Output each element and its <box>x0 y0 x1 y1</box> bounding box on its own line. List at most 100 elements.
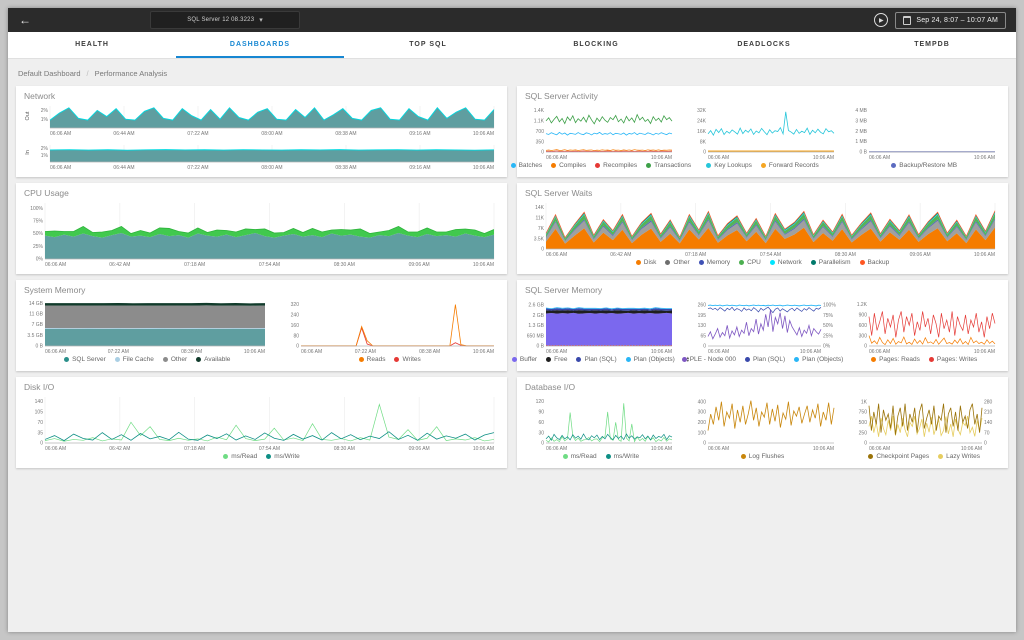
svg-text:75%: 75% <box>33 219 44 225</box>
cpu-usage-chart[interactable]: 100%75%50%25%0%06:06 AM06:42 AM07:18 AM0… <box>24 201 499 267</box>
legend-item[interactable]: Plan (SQL) <box>576 356 616 363</box>
svg-text:06:42 AM: 06:42 AM <box>109 262 130 267</box>
svg-text:14K: 14K <box>535 205 545 211</box>
legend-item[interactable]: PLE - Node 000 <box>682 356 736 363</box>
legend-item[interactable]: Checkpoint Pages <box>868 453 929 460</box>
disk-io-chart[interactable]: 1401057035006:06 AM06:42 AM07:18 AM07:54… <box>24 395 499 461</box>
legend-item[interactable]: Batches <box>511 162 543 169</box>
activity-batches-chart[interactable]: 1.4K1.1K700350006:06 AM10:06 AMBatchesCo… <box>525 104 677 170</box>
legend-item[interactable]: Plan (SQL) <box>745 356 785 363</box>
svg-text:08:00 AM: 08:00 AM <box>261 165 282 170</box>
svg-text:2%: 2% <box>41 146 49 152</box>
memory-pages-chart[interactable]: 1.2K900600300006:06 AM10:06 AMPages: Rea… <box>848 298 1000 364</box>
legend-dot-icon <box>811 260 816 265</box>
legend-item[interactable]: File Cache <box>115 356 154 363</box>
tab-blocking[interactable]: BLOCKING <box>512 32 680 58</box>
legend-dot-icon <box>699 260 704 265</box>
svg-text:50%: 50% <box>33 231 44 237</box>
breadcrumb-item-performance-analysis[interactable]: Performance Analysis <box>95 69 168 78</box>
legend-item[interactable]: Backup/Restore MB <box>891 162 957 169</box>
memory-buffer-chart[interactable]: 2.6 GB2 GB1.3 GB650 MB0 B06:06 AM10:06 A… <box>525 298 677 364</box>
svg-text:1.4K: 1.4K <box>534 108 545 114</box>
legend-item[interactable]: Reads <box>359 356 386 363</box>
system-memory-paging-chart[interactable]: 32024016080006:06 AM07:22 AM08:38 AM10:0… <box>280 298 499 364</box>
network-in-chart[interactable]: 2%1%06:06 AM06:44 AM07:22 AM08:00 AM08:3… <box>24 143 499 175</box>
tab-deadlocks[interactable]: DEADLOCKS <box>680 32 848 58</box>
legend-dot-icon <box>563 454 568 459</box>
legend-item[interactable]: Transactions <box>646 162 691 169</box>
svg-text:11K: 11K <box>535 216 544 222</box>
svg-text:24K: 24K <box>697 119 707 125</box>
server-selector-dropdown[interactable]: SQL Server 12 08.3223 ▾ <box>150 11 300 29</box>
app-window: ← SQL Server 12 08.3223 ▾ ▶ Sep 24, 8:07… <box>8 8 1016 632</box>
legend-item[interactable]: CPU <box>739 259 761 266</box>
svg-text:0: 0 <box>297 344 300 350</box>
database-io-log-chart[interactable]: 400300200100006:06 AM10:06 AMLog Flushes <box>687 395 839 461</box>
legend-item[interactable]: Lazy Writes <box>938 453 980 460</box>
tab-health[interactable]: HEALTH <box>8 32 176 58</box>
svg-text:09:06 AM: 09:06 AM <box>409 262 430 267</box>
svg-text:In: In <box>25 150 31 155</box>
tab-tempdb[interactable]: TEMPDB <box>848 32 1016 58</box>
legend-item[interactable]: Pages: Writes <box>929 356 977 363</box>
svg-text:4 MB: 4 MB <box>856 108 868 114</box>
legend-item[interactable]: Free <box>546 356 567 363</box>
legend-item[interactable]: Memory <box>699 259 730 266</box>
legend-item[interactable]: Plan (Objects) <box>626 356 675 363</box>
svg-text:3.5K: 3.5K <box>534 236 545 242</box>
legend-dot-icon <box>196 357 201 362</box>
legend-item[interactable]: Pages: Reads <box>871 356 920 363</box>
svg-text:300: 300 <box>859 333 868 339</box>
legend-item[interactable]: Network <box>770 259 802 266</box>
legend-item[interactable]: Forward Records <box>761 162 819 169</box>
svg-text:3.5 GB: 3.5 GB <box>27 333 43 339</box>
system-memory-stack-chart[interactable]: 14 GB11 GB7 GB3.5 GB0 B06:06 AM07:22 AM0… <box>24 298 270 364</box>
legend-item[interactable]: ms/Write <box>606 453 640 460</box>
breadcrumb-item-default-dashboard[interactable]: Default Dashboard <box>18 69 81 78</box>
network-out-chart[interactable]: 2%1%06:06 AM06:44 AM07:22 AM08:00 AM08:3… <box>24 104 499 141</box>
activity-lookups-chart[interactable]: 32K24K16K8K006:06 AM10:06 AMKey LookupsF… <box>687 104 839 170</box>
svg-text:120: 120 <box>536 399 545 405</box>
legend-item[interactable]: ms/Read <box>223 453 257 460</box>
legend-item[interactable]: Backup <box>860 259 890 266</box>
svg-text:0%: 0% <box>36 257 44 263</box>
svg-text:2 MB: 2 MB <box>856 129 868 135</box>
database-io-checkpoint-chart[interactable]: 1K750500250028021014070006:06 AM10:06 AM… <box>848 395 1000 461</box>
legend-item[interactable]: Recompiles <box>595 162 637 169</box>
legend-dot-icon <box>636 260 641 265</box>
legend-item[interactable]: ms/Read <box>563 453 597 460</box>
legend-item[interactable]: Writes <box>394 356 420 363</box>
svg-text:2 GB: 2 GB <box>533 313 545 319</box>
panel-title: System Memory <box>24 285 499 296</box>
legend-item[interactable]: Disk <box>636 259 657 266</box>
memory-ple-chart[interactable]: 260195130650100%75%50%25%0%06:06 AM10:06… <box>687 298 839 364</box>
database-io-ms-chart[interactable]: 120906030006:06 AM10:06 AMms/Readms/Writ… <box>525 395 677 461</box>
svg-text:1K: 1K <box>861 399 868 405</box>
activity-backup-chart[interactable]: 4 MB3 MB2 MB1 MB0 B06:06 AM10:06 AMBacku… <box>848 104 1000 170</box>
legend-item[interactable]: Plan (Objects) <box>794 356 843 363</box>
svg-text:0: 0 <box>703 441 706 447</box>
back-button[interactable]: ← <box>8 13 42 27</box>
legend-item[interactable]: Compiles <box>551 162 586 169</box>
legend-item[interactable]: SQL Server <box>64 356 106 363</box>
svg-text:08:38 AM: 08:38 AM <box>335 165 356 170</box>
legend-item[interactable]: Available <box>196 356 230 363</box>
playback-button[interactable]: ▶ <box>874 13 888 27</box>
legend-item[interactable]: ms/Write <box>266 453 300 460</box>
topbar-right: ▶ Sep 24, 8:07 – 10:07 AM <box>874 12 1016 29</box>
legend-item[interactable]: Other <box>163 356 187 363</box>
tab-top-sql[interactable]: TOP SQL <box>344 32 512 58</box>
date-range-picker[interactable]: Sep 24, 8:07 – 10:07 AM <box>895 12 1006 29</box>
legend-dot-icon <box>665 260 670 265</box>
chart-legend: Disk Other Memory CPU Network Parallelism Back… <box>525 257 1000 267</box>
svg-text:105: 105 <box>35 410 44 416</box>
legend-item[interactable]: Other <box>665 259 689 266</box>
legend-item[interactable]: Buffer <box>512 356 537 363</box>
legend-dot-icon <box>576 357 581 362</box>
legend-item[interactable]: Key Lookups <box>706 162 752 169</box>
tab-dashboards[interactable]: DASHBOARDS <box>176 32 344 58</box>
panel-disk-io: Disk I/O 1401057035006:06 AM06:42 AM07:1… <box>16 377 507 468</box>
legend-item[interactable]: Log Flushes <box>741 453 784 460</box>
legend-item[interactable]: Parallelism <box>811 259 851 266</box>
sql-server-waits-chart[interactable]: 14K11K7K3.5K006:06 AM06:42 AM07:18 AM07:… <box>525 201 1000 267</box>
